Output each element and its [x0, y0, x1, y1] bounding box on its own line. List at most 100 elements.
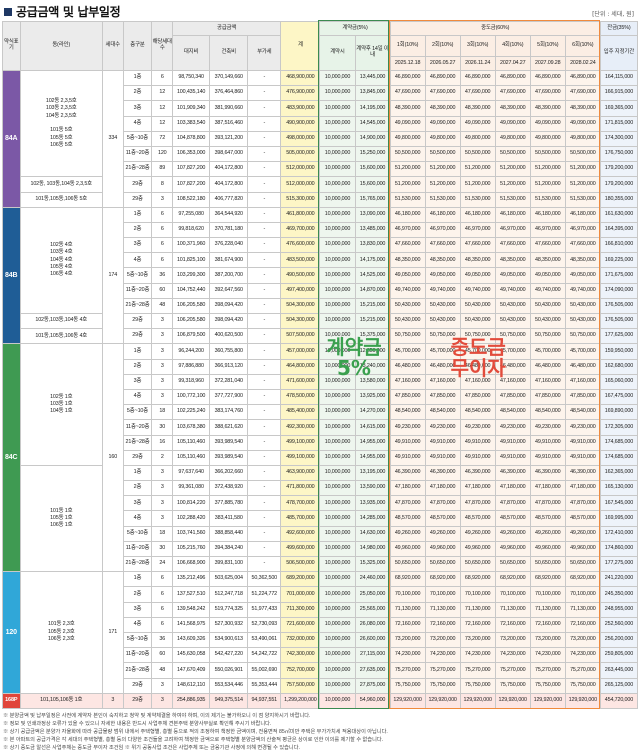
land-cost-cell: 105,215,760 [172, 540, 211, 558]
floor-households-cell: 72 [151, 130, 174, 147]
middle-payment-cell: 49,050,000 [389, 267, 426, 284]
middle-payment-cell: 47,850,000 [424, 388, 461, 406]
middle-payment-cell: 48,390,000 [494, 100, 531, 117]
deposit-1-cell: 10,000,000 [319, 297, 356, 315]
floor-households-cell: 30 [151, 419, 174, 436]
total-cell: 464,800,000 [280, 358, 321, 375]
building-cost-cell: 376,464,860 [209, 85, 249, 102]
building-cost-cell: 376,228,040 [209, 237, 249, 254]
middle-payment-cell: 51,200,000 [424, 161, 461, 178]
land-cost-cell: 99,361,080 [172, 480, 211, 497]
middle-payment-cell: 51,200,000 [564, 161, 601, 178]
middle-payment-cell: 49,090,000 [494, 115, 531, 132]
balance-cell: 165,130,000 [599, 480, 639, 497]
middle-payment-cell: 47,180,000 [564, 480, 601, 497]
total-cell: 471,600,000 [280, 373, 321, 390]
floor-cell: 11층~20층 [122, 540, 153, 558]
floor-households-cell: 6 [151, 586, 174, 603]
deposit-2-cell: 14,195,000 [354, 100, 391, 117]
deposit-2-cell: 15,325,000 [354, 555, 391, 573]
middle-payment-cell: 68,920,000 [459, 571, 496, 588]
vat-cell: - [247, 464, 282, 482]
middle-payment-cell: 49,910,000 [389, 434, 426, 451]
land-cost-cell: 100,772,100 [172, 388, 211, 406]
deposit-1-cell: 10,000,000 [319, 540, 356, 558]
middle-payment-cell: 71,130,000 [564, 601, 601, 618]
land-cost-cell: 103,383,540 [172, 115, 211, 132]
balance-cell: 162,680,000 [599, 358, 639, 375]
table-row: 102동,103동,104동 4호 29층 3 106,205,580 398,094,… [3, 312, 639, 330]
deposit-2-cell: 14,900,000 [354, 130, 391, 147]
middle-payment-cell: 46,180,000 [564, 206, 601, 223]
header-mid-round-1: 1회(10%) [389, 35, 426, 57]
total-cell: 468,900,000 [280, 69, 321, 87]
middle-payment-cell: 129,920,000 [389, 692, 426, 709]
deposit-2-cell: 14,175,000 [354, 252, 391, 269]
middle-payment-cell: 45,700,000 [494, 343, 531, 360]
middle-payment-cell: 70,100,000 [494, 586, 531, 603]
vat-cell: 54,242,722 [247, 647, 282, 664]
land-cost-cell: 106,668,900 [172, 555, 211, 573]
deposit-2-cell: 13,845,000 [354, 85, 391, 102]
middle-payment-cell: 75,270,000 [564, 662, 601, 679]
total-cell: 504,300,000 [280, 297, 321, 315]
middle-payment-cell: 51,200,000 [459, 161, 496, 178]
total-cell: 492,300,000 [280, 419, 321, 436]
deposit-2-cell: 14,270,000 [354, 404, 391, 421]
middle-payment-cell: 75,750,000 [459, 677, 496, 694]
floor-cell: 2층 [122, 85, 153, 102]
vat-cell: - [247, 282, 282, 299]
middle-payment-cell: 49,050,000 [494, 267, 531, 284]
floor-cell: 29층 [122, 312, 153, 330]
land-cost-cell: 97,886,880 [172, 358, 211, 375]
middle-payment-cell: 48,570,000 [424, 510, 461, 527]
middle-payment-cell: 49,960,000 [564, 540, 601, 558]
deposit-1-cell: 10,000,000 [319, 525, 356, 542]
balance-cell: 166,810,000 [599, 237, 639, 254]
balance-cell: 176,505,000 [599, 297, 639, 315]
deposit-2-cell: 15,600,000 [354, 161, 391, 178]
middle-payment-cell: 47,180,000 [529, 480, 566, 497]
deposit-1-cell: 10,000,000 [319, 115, 356, 132]
balance-cell: 179,200,000 [599, 161, 639, 178]
floor-households-cell: 120 [151, 145, 174, 163]
middle-payment-cell: 73,200,000 [424, 631, 461, 649]
floor-cell: 11층~20층 [122, 647, 153, 664]
middle-payment-cell: 70,100,000 [424, 586, 461, 603]
building-cost-cell: 398,647,000 [209, 145, 249, 163]
table-row: 101동,105동,106동 4호 29층 3 106,879,500 400,620,… [3, 328, 639, 345]
land-cost-cell: 104,878,800 [172, 130, 211, 147]
vat-cell: - [247, 328, 282, 345]
deposit-1-cell: 10,000,000 [319, 221, 356, 239]
floor-cell: 3층 [122, 237, 153, 254]
middle-payment-cell: 46,480,000 [424, 358, 461, 375]
middle-payment-cell: 46,390,000 [389, 464, 426, 482]
deposit-2-cell: 25,565,000 [354, 601, 391, 618]
middle-payment-cell: 50,650,000 [529, 555, 566, 573]
middle-payment-cell: 51,200,000 [529, 161, 566, 178]
balance-cell: 248,955,000 [599, 601, 639, 618]
deposit-2-cell: 15,215,000 [354, 312, 391, 330]
deposit-2-cell: 14,955,000 [354, 434, 391, 451]
middle-payment-cell: 74,230,000 [389, 647, 426, 664]
middle-payment-cell: 48,540,000 [564, 404, 601, 421]
middle-payment-cell: 47,690,000 [529, 85, 566, 102]
note-line: ※ 상기 중도금 알선은 사업주체는 중도금 무이자 조건임 ※ 위기 공동사업… [3, 745, 300, 752]
building-cost-cell: 400,620,500 [209, 328, 249, 345]
building-cost-cell: 542,427,220 [209, 647, 249, 664]
floor-households-cell: 24 [151, 555, 174, 573]
middle-payment-cell: 47,160,000 [459, 373, 496, 390]
floor-households-cell: 3 [151, 464, 174, 482]
deposit-1-cell: 10,000,000 [319, 191, 356, 208]
middle-payment-cell: 70,100,000 [529, 586, 566, 603]
deposit-1-cell: 10,000,000 [319, 404, 356, 421]
deposit-2-cell: 24,460,000 [354, 571, 391, 588]
table-row: 84C 102동 1호 103동 1호 104동 1호 160 1층 3 96,244,2… [2, 343, 639, 573]
total-cell: 504,300,000 [280, 312, 321, 330]
building-cost-cell: 377,885,780 [209, 495, 249, 512]
header-mid-round-6: 6회(10%) [564, 35, 601, 57]
note-line: ※ 상기 공급금액은 분양가 자율화에 따라 공급물량 범위 내에서 주택형별,… [3, 729, 388, 736]
balance-cell: 259,805,000 [599, 647, 639, 664]
balance-cell: 177,625,000 [599, 328, 639, 345]
middle-payment-cell: 75,750,000 [494, 677, 531, 694]
